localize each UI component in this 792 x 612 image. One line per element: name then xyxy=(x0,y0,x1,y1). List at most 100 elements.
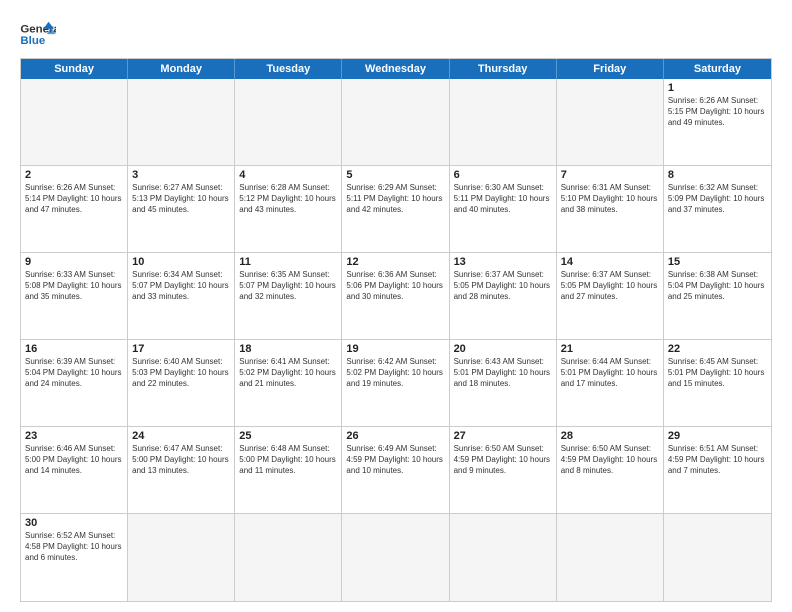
day-number: 23 xyxy=(25,430,123,442)
day-number: 19 xyxy=(346,343,444,355)
day-number: 4 xyxy=(239,169,337,181)
day-info: Sunrise: 6:26 AM Sunset: 5:15 PM Dayligh… xyxy=(668,96,767,128)
day-cell: 30 Sunrise: 6:52 AM Sunset: 4:58 PM Dayli… xyxy=(21,514,128,601)
day-info: Sunrise: 6:46 AM Sunset: 5:00 PM Dayligh… xyxy=(25,444,123,476)
day-headers: SundayMondayTuesdayWednesdayThursdayFrid… xyxy=(21,59,771,79)
day-info: Sunrise: 6:37 AM Sunset: 5:05 PM Dayligh… xyxy=(454,270,552,302)
day-number: 5 xyxy=(346,169,444,181)
day-cell: 2 Sunrise: 6:26 AM Sunset: 5:14 PM Daylig… xyxy=(21,166,128,252)
day-number: 16 xyxy=(25,343,123,355)
day-number: 10 xyxy=(132,256,230,268)
day-number: 24 xyxy=(132,430,230,442)
day-info: Sunrise: 6:34 AM Sunset: 5:07 PM Dayligh… xyxy=(132,270,230,302)
day-cell: 13 Sunrise: 6:37 AM Sunset: 5:05 PM Dayli… xyxy=(450,253,557,339)
day-cell: 14 Sunrise: 6:37 AM Sunset: 5:05 PM Dayli… xyxy=(557,253,664,339)
day-info: Sunrise: 6:28 AM Sunset: 5:12 PM Dayligh… xyxy=(239,183,337,215)
day-header-tuesday: Tuesday xyxy=(235,59,342,79)
day-info: Sunrise: 6:44 AM Sunset: 5:01 PM Dayligh… xyxy=(561,357,659,389)
day-info: Sunrise: 6:39 AM Sunset: 5:04 PM Dayligh… xyxy=(25,357,123,389)
day-cell: 4 Sunrise: 6:28 AM Sunset: 5:12 PM Daylig… xyxy=(235,166,342,252)
day-info: Sunrise: 6:50 AM Sunset: 4:59 PM Dayligh… xyxy=(561,444,659,476)
day-number: 18 xyxy=(239,343,337,355)
day-info: Sunrise: 6:37 AM Sunset: 5:05 PM Dayligh… xyxy=(561,270,659,302)
day-number: 20 xyxy=(454,343,552,355)
day-number: 26 xyxy=(346,430,444,442)
day-header-monday: Monday xyxy=(128,59,235,79)
day-cell: 5 Sunrise: 6:29 AM Sunset: 5:11 PM Daylig… xyxy=(342,166,449,252)
day-cell xyxy=(235,79,342,165)
day-info: Sunrise: 6:31 AM Sunset: 5:10 PM Dayligh… xyxy=(561,183,659,215)
day-cell: 9 Sunrise: 6:33 AM Sunset: 5:08 PM Daylig… xyxy=(21,253,128,339)
day-number: 1 xyxy=(668,82,767,94)
day-number: 9 xyxy=(25,256,123,268)
day-info: Sunrise: 6:33 AM Sunset: 5:08 PM Dayligh… xyxy=(25,270,123,302)
day-info: Sunrise: 6:42 AM Sunset: 5:02 PM Dayligh… xyxy=(346,357,444,389)
day-info: Sunrise: 6:47 AM Sunset: 5:00 PM Dayligh… xyxy=(132,444,230,476)
day-info: Sunrise: 6:36 AM Sunset: 5:06 PM Dayligh… xyxy=(346,270,444,302)
day-info: Sunrise: 6:29 AM Sunset: 5:11 PM Dayligh… xyxy=(346,183,444,215)
day-cell xyxy=(450,79,557,165)
day-info: Sunrise: 6:40 AM Sunset: 5:03 PM Dayligh… xyxy=(132,357,230,389)
day-number: 28 xyxy=(561,430,659,442)
day-info: Sunrise: 6:38 AM Sunset: 5:04 PM Dayligh… xyxy=(668,270,767,302)
header: General Blue xyxy=(20,16,772,50)
day-header-thursday: Thursday xyxy=(450,59,557,79)
day-number: 22 xyxy=(668,343,767,355)
day-header-friday: Friday xyxy=(557,59,664,79)
week-row-1: 1 Sunrise: 6:26 AM Sunset: 5:15 PM Daylig… xyxy=(21,79,771,166)
day-number: 3 xyxy=(132,169,230,181)
generalblue-logo-icon: General Blue xyxy=(20,20,56,50)
day-cell: 6 Sunrise: 6:30 AM Sunset: 5:11 PM Daylig… xyxy=(450,166,557,252)
day-cell: 8Sunrise: 6:32 AM Sunset: 5:09 PM Daylig… xyxy=(664,166,771,252)
day-number: 6 xyxy=(454,169,552,181)
day-header-wednesday: Wednesday xyxy=(342,59,449,79)
day-cell xyxy=(557,514,664,601)
day-cell: 26 Sunrise: 6:49 AM Sunset: 4:59 PM Dayli… xyxy=(342,427,449,513)
day-cell: 12 Sunrise: 6:36 AM Sunset: 5:06 PM Dayli… xyxy=(342,253,449,339)
day-cell xyxy=(450,514,557,601)
day-cell: 19 Sunrise: 6:42 AM Sunset: 5:02 PM Dayli… xyxy=(342,340,449,426)
day-cell: 21 Sunrise: 6:44 AM Sunset: 5:01 PM Dayli… xyxy=(557,340,664,426)
day-number: 14 xyxy=(561,256,659,268)
day-cell: 23 Sunrise: 6:46 AM Sunset: 5:00 PM Dayli… xyxy=(21,427,128,513)
day-number: 12 xyxy=(346,256,444,268)
day-info: Sunrise: 6:26 AM Sunset: 5:14 PM Dayligh… xyxy=(25,183,123,215)
week-row-2: 2 Sunrise: 6:26 AM Sunset: 5:14 PM Daylig… xyxy=(21,166,771,253)
day-number: 2 xyxy=(25,169,123,181)
day-info: Sunrise: 6:30 AM Sunset: 5:11 PM Dayligh… xyxy=(454,183,552,215)
day-cell: 22Sunrise: 6:45 AM Sunset: 5:01 PM Dayli… xyxy=(664,340,771,426)
day-cell xyxy=(342,79,449,165)
day-cell: 7 Sunrise: 6:31 AM Sunset: 5:10 PM Daylig… xyxy=(557,166,664,252)
week-row-4: 16 Sunrise: 6:39 AM Sunset: 5:04 PM Dayli… xyxy=(21,340,771,427)
day-info: Sunrise: 6:50 AM Sunset: 4:59 PM Dayligh… xyxy=(454,444,552,476)
calendar: SundayMondayTuesdayWednesdayThursdayFrid… xyxy=(20,58,772,602)
day-info: Sunrise: 6:52 AM Sunset: 4:58 PM Dayligh… xyxy=(25,531,123,563)
day-number: 21 xyxy=(561,343,659,355)
day-cell: 3 Sunrise: 6:27 AM Sunset: 5:13 PM Daylig… xyxy=(128,166,235,252)
calendar-body: 1 Sunrise: 6:26 AM Sunset: 5:15 PM Daylig… xyxy=(21,79,771,601)
day-number: 25 xyxy=(239,430,337,442)
day-cell: 17Sunrise: 6:40 AM Sunset: 5:03 PM Dayli… xyxy=(128,340,235,426)
day-info: Sunrise: 6:51 AM Sunset: 4:59 PM Dayligh… xyxy=(668,444,767,476)
day-cell: 16 Sunrise: 6:39 AM Sunset: 5:04 PM Dayli… xyxy=(21,340,128,426)
day-number: 13 xyxy=(454,256,552,268)
day-number: 30 xyxy=(25,517,123,529)
page: General Blue SundayMondayTuesdayWednesda… xyxy=(0,0,792,612)
day-header-saturday: Saturday xyxy=(664,59,771,79)
day-cell: 25Sunrise: 6:48 AM Sunset: 5:00 PM Dayli… xyxy=(235,427,342,513)
logo: General Blue xyxy=(20,20,56,50)
week-row-3: 9 Sunrise: 6:33 AM Sunset: 5:08 PM Daylig… xyxy=(21,253,771,340)
day-cell xyxy=(557,79,664,165)
week-row-6: 30 Sunrise: 6:52 AM Sunset: 4:58 PM Dayli… xyxy=(21,514,771,601)
day-info: Sunrise: 6:27 AM Sunset: 5:13 PM Dayligh… xyxy=(132,183,230,215)
day-cell xyxy=(128,514,235,601)
day-info: Sunrise: 6:49 AM Sunset: 4:59 PM Dayligh… xyxy=(346,444,444,476)
day-number: 7 xyxy=(561,169,659,181)
day-number: 11 xyxy=(239,256,337,268)
day-number: 15 xyxy=(668,256,767,268)
day-cell: 11Sunrise: 6:35 AM Sunset: 5:07 PM Dayli… xyxy=(235,253,342,339)
day-info: Sunrise: 6:32 AM Sunset: 5:09 PM Dayligh… xyxy=(668,183,767,215)
day-cell xyxy=(342,514,449,601)
day-cell: 28 Sunrise: 6:50 AM Sunset: 4:59 PM Dayli… xyxy=(557,427,664,513)
day-cell xyxy=(664,514,771,601)
